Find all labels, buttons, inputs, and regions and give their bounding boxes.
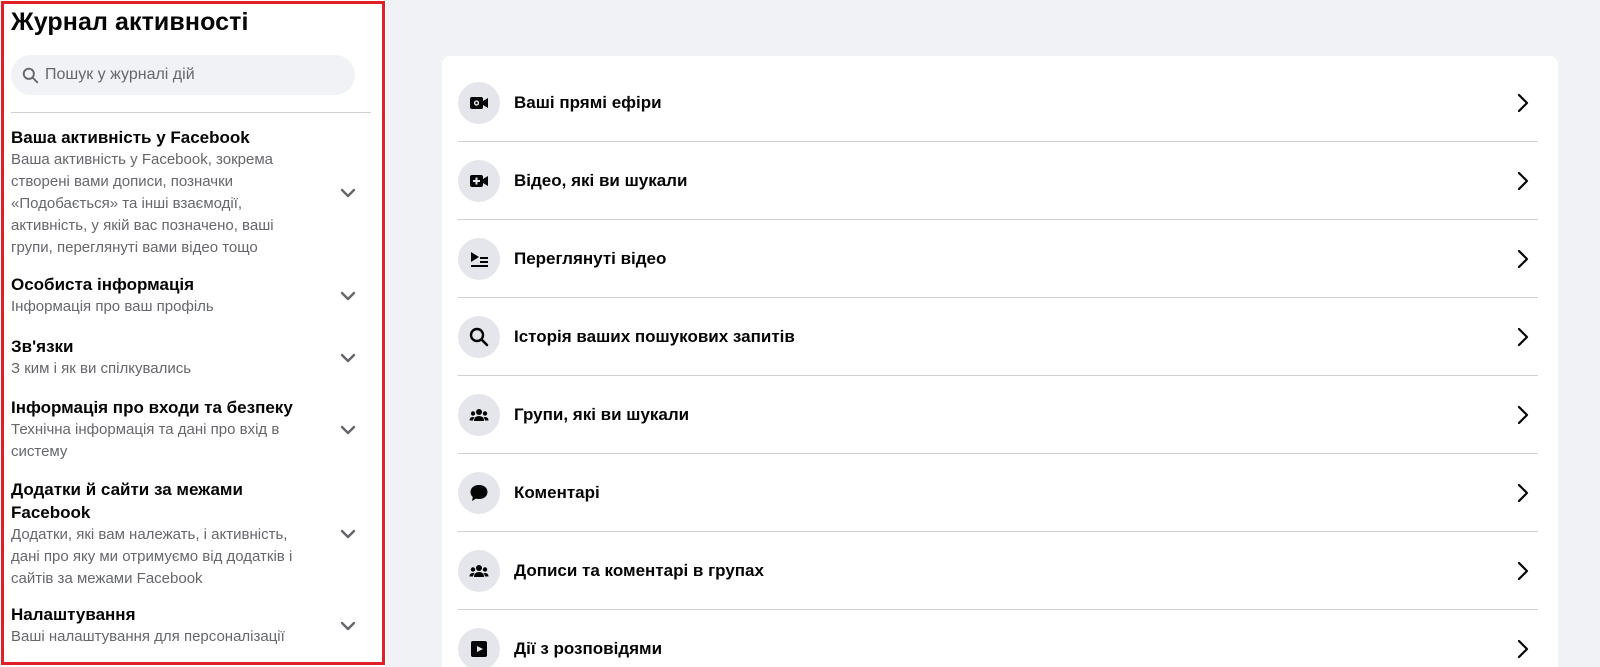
category-description: Інформація про ваш профіль [11,298,214,315]
category-connections[interactable]: Зв'язки З ким і як ви спілкувались [11,335,371,380]
search-icon [458,316,500,358]
chevron-right-icon [1512,166,1534,196]
category-personal-info[interactable]: Особиста інформація Інформація про ваш п… [11,273,371,318]
category-description: З ким і як ви спілкувались [11,360,192,377]
category-description: Додатки, які вам належать, і активність,… [11,526,293,587]
category-title: Інформація про входи та безпеку [11,398,293,417]
category-description: Ваші налаштування для персоналізації [11,628,285,645]
list-item-label: Переглянуті відео [514,249,667,268]
activity-list-card: Ваші прямі ефіри Відео, які ви шукали Пе… [442,56,1558,667]
list-item-label: Коментарі [514,483,600,502]
chevron-down-icon [337,419,359,441]
category-off-facebook-apps[interactable]: Додатки й сайти за межами Facebook Додат… [11,478,371,590]
chevron-down-icon [337,615,359,637]
category-title: Особиста інформація [11,275,195,294]
list-item-group-posts-comments[interactable]: Дописи та коментарі в групах [458,532,1538,610]
comment-icon [458,472,500,514]
list-item-story-actions[interactable]: Дії з розповідями [458,610,1538,667]
list-item-label: Історія ваших пошукових запитів [514,327,795,346]
chevron-right-icon [1512,244,1534,274]
chevron-right-icon [1512,322,1534,352]
chevron-down-icon [337,182,359,204]
chevron-right-icon [1512,400,1534,430]
category-title: Зв'язки [11,337,74,356]
sidebar-title: Журнал активності [11,8,249,36]
list-item-label: Групи, які ви шукали [514,405,690,424]
category-title: Додатки й сайти за межами Facebook [11,480,243,522]
stories-icon [458,628,500,667]
list-item-comments[interactable]: Коментарі [458,454,1538,532]
category-facebook-activity[interactable]: Ваша активність у Facebook Ваша активніс… [11,126,371,259]
chevron-down-icon [337,285,359,307]
list-item-searched-videos[interactable]: Відео, які ви шукали [458,142,1538,220]
sidebar-divider [11,112,371,113]
category-title: Налаштування [11,605,136,624]
list-item-search-history[interactable]: Історія ваших пошукових запитів [458,298,1538,376]
list-item-searched-groups[interactable]: Групи, які ви шукали [458,376,1538,454]
list-item-watched-videos[interactable]: Переглянуті відео [458,220,1538,298]
chevron-right-icon [1512,88,1534,118]
category-settings[interactable]: Налаштування Ваші налаштування для персо… [11,603,371,648]
list-item-label: Відео, які ви шукали [514,171,688,190]
activity-log-sidebar: Журнал активності Ваша активність у Face… [0,0,386,667]
list-item-live-videos[interactable]: Ваші прямі ефіри [458,64,1538,142]
chevron-right-icon [1512,478,1534,508]
watched-videos-icon [458,238,500,280]
search-box[interactable] [11,55,355,95]
groups-icon [458,550,500,592]
chevron-right-icon [1512,556,1534,586]
chevron-down-icon [337,347,359,369]
video-search-icon [458,160,500,202]
category-title: Ваша активність у Facebook [11,128,250,147]
list-item-label: Дії з розповідями [514,639,663,658]
chevron-right-icon [1512,634,1534,664]
search-icon [22,67,39,83]
chevron-down-icon [337,523,359,545]
list-item-label: Дописи та коментарі в групах [514,561,764,580]
category-description: Технічна інформація та дані про вхід в с… [11,421,280,460]
live-video-icon [458,82,500,124]
search-input[interactable] [45,66,345,84]
groups-icon [458,394,500,436]
list-item-label: Ваші прямі ефіри [514,93,662,112]
category-login-security[interactable]: Інформація про входи та безпеку Технічна… [11,396,371,463]
category-description: Ваша активність у Facebook, зокрема ство… [11,151,274,256]
